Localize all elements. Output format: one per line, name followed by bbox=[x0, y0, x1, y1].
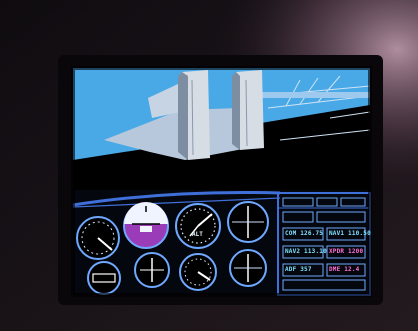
monitor-photo bbox=[0, 0, 418, 331]
altimeter-gauge-icon bbox=[175, 203, 221, 249]
vor-gauge-icon bbox=[227, 201, 269, 243]
artificial-horizon-icon bbox=[123, 202, 169, 249]
heading-gauge-icon bbox=[134, 252, 170, 288]
instrument-panel bbox=[72, 190, 371, 296]
vsi-gauge-icon bbox=[179, 253, 217, 291]
turn-gauge-icon bbox=[87, 261, 121, 295]
vor-gauge-icon bbox=[229, 249, 267, 287]
airspeed-gauge-icon bbox=[76, 216, 120, 260]
